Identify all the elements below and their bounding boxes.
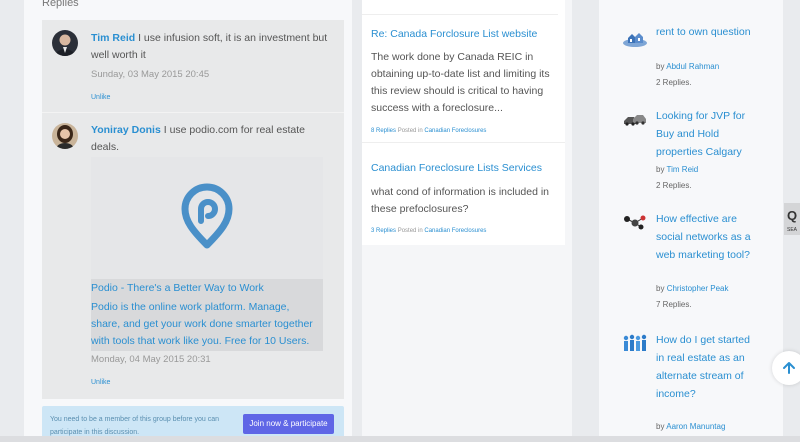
- reply-author-link[interactable]: Yoniray Donis: [91, 124, 161, 136]
- topic-meta: 8 Replies Posted in Canadian Foreclosure…: [371, 128, 486, 134]
- related-question-title-link[interactable]: How do I get started in real estate as a…: [656, 331, 756, 403]
- by-label: by: [656, 284, 665, 293]
- people-thumbnail-icon[interactable]: [621, 332, 649, 354]
- link-preview-title[interactable]: Podio - There's a Better Way to Work: [91, 280, 264, 297]
- by-label: by: [656, 62, 665, 71]
- related-question-meta: by Christopher Peak: [656, 284, 729, 293]
- arrow-up-icon: [783, 362, 795, 374]
- topic-title-link[interactable]: Re: Canada Forclosure List website: [371, 26, 537, 42]
- related-question-replies: 2 Replies.: [656, 78, 692, 87]
- reply-item: Yoniray Donis I use podio.com for real e…: [42, 112, 344, 399]
- topic-replies-link[interactable]: 8 Replies: [371, 128, 396, 134]
- related-question-author-link[interactable]: Tim Reid: [667, 165, 699, 174]
- podio-logo-icon: [181, 183, 233, 249]
- related-question-title-link[interactable]: How effective are social networks as a w…: [656, 210, 756, 264]
- related-question-meta: by Tim Reid: [656, 165, 698, 174]
- reply-date: Monday, 04 May 2015 20:31: [91, 354, 211, 365]
- topic-divider: [362, 14, 558, 15]
- topic-meta: 3 Replies Posted in Canadian Foreclosure…: [371, 228, 486, 234]
- search-tab-letter: Q: [787, 208, 798, 223]
- related-question-meta: by Abdul Rahman: [656, 62, 719, 71]
- join-button[interactable]: Join now & participate: [243, 414, 334, 434]
- by-label: by: [656, 422, 665, 431]
- unlike-link[interactable]: Unlike: [91, 379, 110, 386]
- reply-text: Yoniray Donis I use podio.com for real e…: [91, 122, 331, 156]
- related-question-author-link[interactable]: Aaron Manuntag: [666, 422, 725, 431]
- by-label: by: [656, 165, 665, 174]
- network-thumbnail-icon[interactable]: [621, 211, 649, 233]
- reply-text: Tim Reid I use infusion soft, it is an i…: [91, 30, 331, 64]
- cars-thumbnail-icon[interactable]: [621, 109, 649, 131]
- reply-date: Sunday, 03 May 2015 20:45: [91, 69, 210, 80]
- topic-replies-link[interactable]: 3 Replies: [371, 228, 396, 234]
- reply-author-link[interactable]: Tim Reid: [91, 32, 135, 44]
- houses-thumbnail-icon[interactable]: [621, 26, 649, 48]
- back-to-top-button[interactable]: [772, 351, 800, 385]
- search-tab[interactable]: Q SEA: [784, 203, 800, 235]
- topic-category-link[interactable]: Canadian Foreclosures: [424, 128, 486, 134]
- posted-in-label: Posted in: [397, 228, 423, 234]
- related-question-author-link[interactable]: Abdul Rahman: [666, 62, 719, 71]
- related-question-title-link[interactable]: Looking for JVP for Buy and Hold propert…: [656, 107, 756, 161]
- related-question-title-link[interactable]: rent to own question: [656, 23, 756, 41]
- topic-card: Canadian Foreclosure Lists Services what…: [362, 142, 565, 245]
- topic-card: Re: Canada Forclosure List website The w…: [362, 0, 565, 142]
- avatar[interactable]: [52, 123, 78, 149]
- topic-category-link[interactable]: Canadian Foreclosures: [424, 228, 486, 234]
- related-question-meta: by Aaron Manuntag: [656, 422, 725, 431]
- search-tab-label: SEA: [787, 227, 798, 233]
- avatar[interactable]: [52, 30, 78, 56]
- related-question-author-link[interactable]: Christopher Peak: [667, 284, 729, 293]
- related-question-replies: 7 Replies.: [656, 300, 692, 309]
- topic-title-link[interactable]: Canadian Foreclosure Lists Services: [371, 160, 542, 176]
- topic-excerpt: The work done by Canada REIC in obtainin…: [371, 51, 550, 114]
- link-preview-description: Podio is the online work platform. Manag…: [91, 301, 313, 347]
- link-preview-image[interactable]: [91, 157, 323, 279]
- posted-in-label: Posted in: [397, 128, 423, 134]
- related-question-replies: 2 Replies.: [656, 181, 692, 190]
- bottom-bar: [0, 436, 800, 442]
- reply-item: Tim Reid I use infusion soft, it is an i…: [42, 20, 344, 112]
- topic-excerpt: what cond of information is included in …: [371, 186, 550, 215]
- replies-heading: Replies: [42, 0, 79, 9]
- unlike-link[interactable]: Unlike: [91, 94, 110, 101]
